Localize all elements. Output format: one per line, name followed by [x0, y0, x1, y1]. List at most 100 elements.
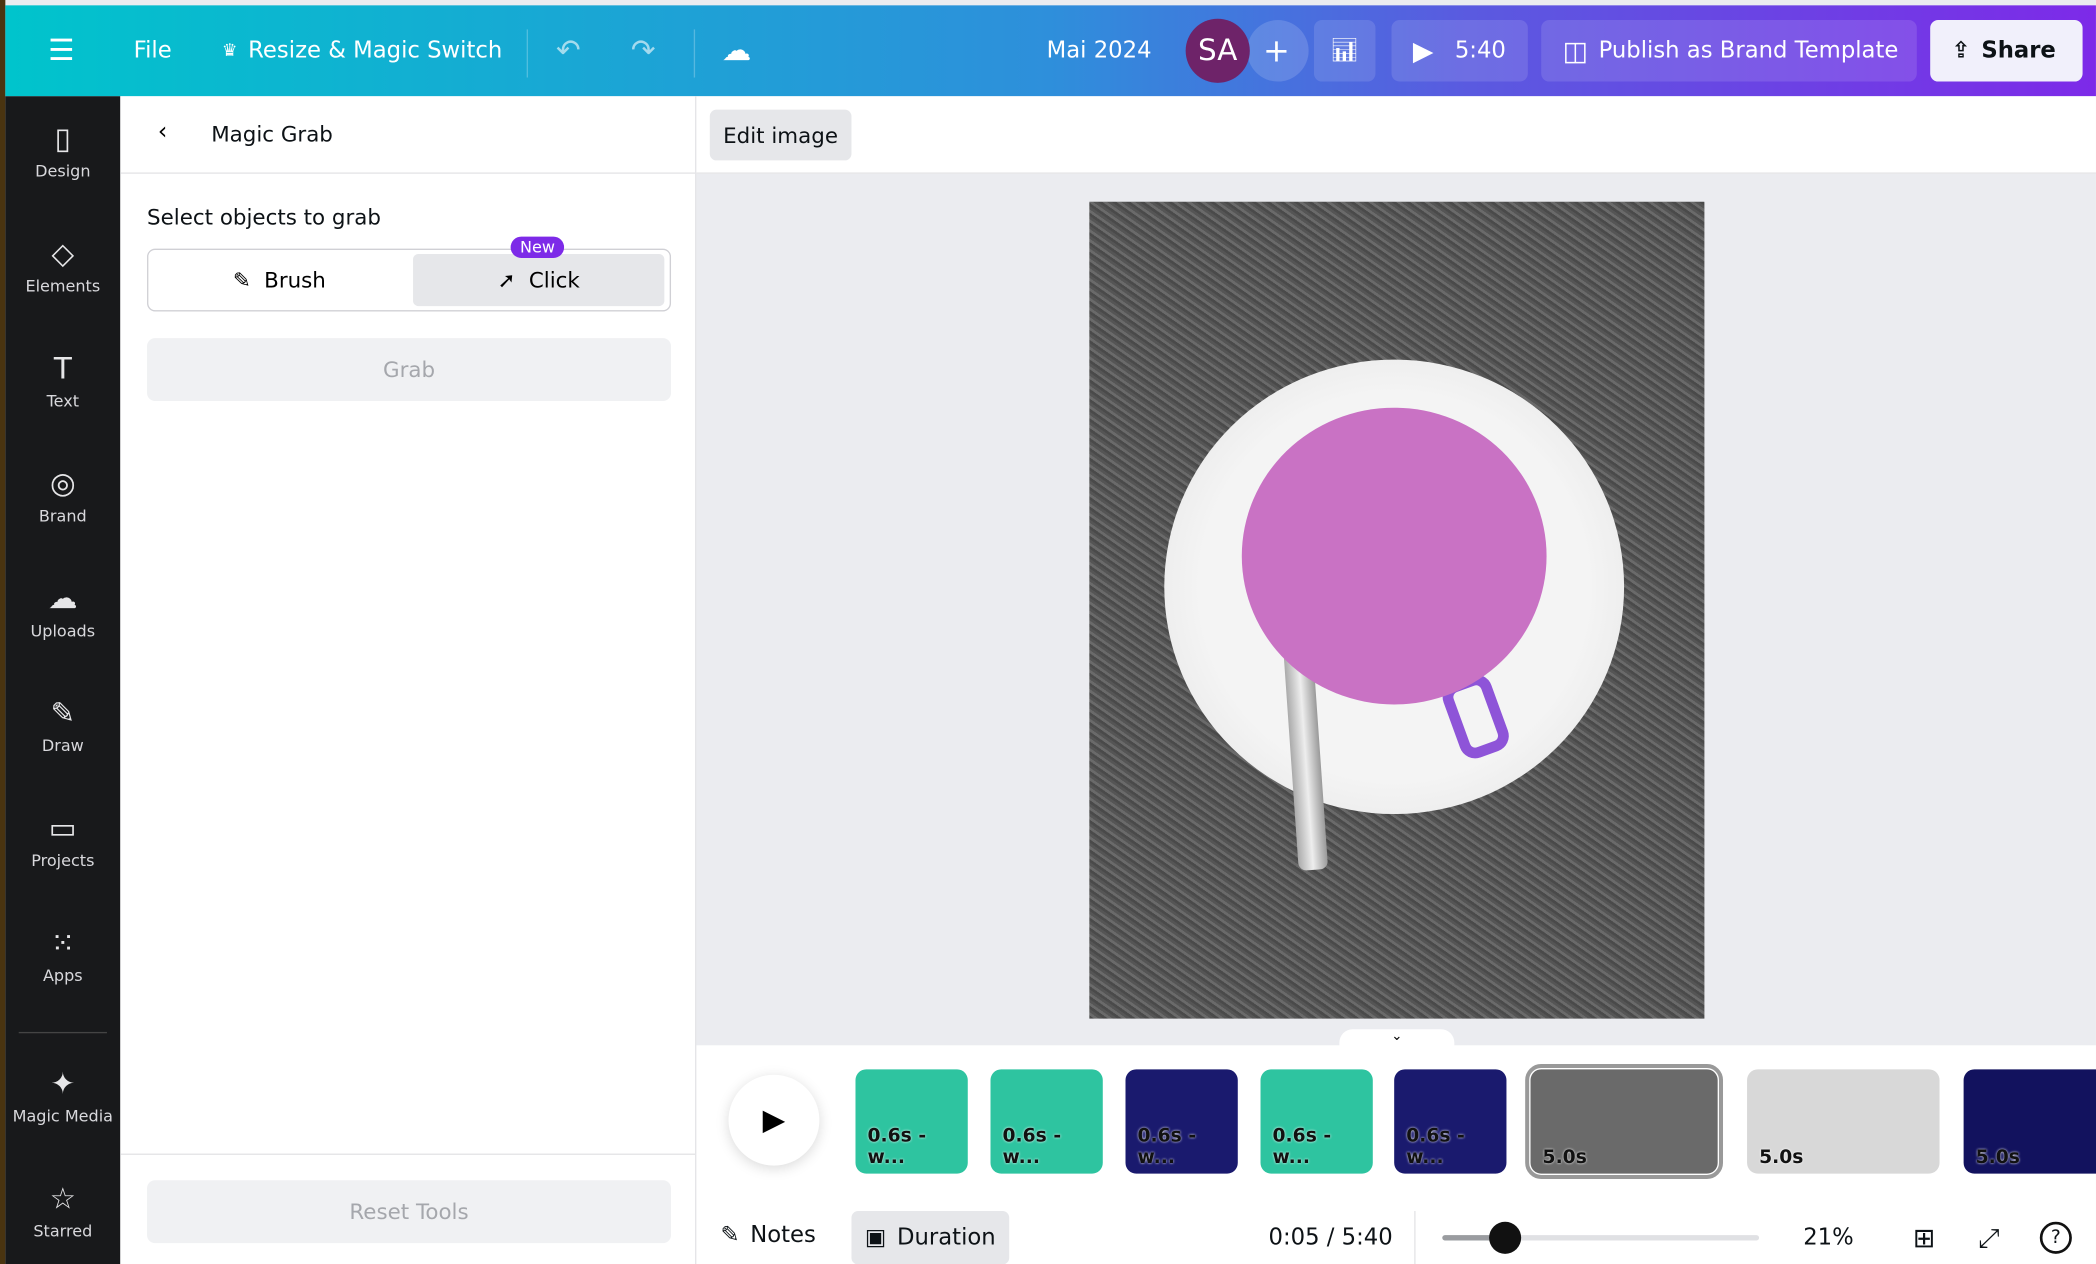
- design-title[interactable]: Mai 2024: [1047, 37, 1152, 64]
- click-option[interactable]: ➚ Click: [413, 253, 665, 307]
- brand-icon: ◎: [49, 467, 76, 502]
- sidebar-item-label: Magic Media: [12, 1106, 114, 1126]
- grid-view-icon[interactable]: ⊞: [1913, 1222, 1935, 1254]
- edit-image-button[interactable]: Edit image: [709, 109, 852, 161]
- notes-label: Notes: [750, 1221, 816, 1249]
- back-chevron-icon[interactable]: ‹: [158, 118, 168, 146]
- collapse-chevron-icon[interactable]: ⌄: [1339, 1029, 1455, 1048]
- template-icon: ◫: [1562, 34, 1588, 67]
- help-icon[interactable]: ?: [2039, 1221, 2072, 1254]
- sidebar-item-apps[interactable]: ⁙ Apps: [5, 928, 120, 985]
- sidebar-item-elements[interactable]: ◇ Elements: [5, 238, 120, 295]
- uploads-icon: ☁: [48, 582, 78, 617]
- share-label: Share: [1981, 37, 2056, 65]
- add-collaborator-button[interactable]: +: [1247, 20, 1309, 82]
- sidebar-item-label: Brand: [38, 506, 87, 526]
- page-duration: 5.0s: [1542, 1146, 1587, 1169]
- divider: [693, 29, 696, 78]
- panel-header: ‹ Magic Grab: [120, 96, 696, 174]
- publish-brand-template-button[interactable]: ◫ Publish as Brand Template: [1541, 20, 1917, 82]
- sidebar-item-label: Starred: [33, 1221, 93, 1241]
- page-duration: 0.6s - w...: [1137, 1125, 1197, 1169]
- design-icon: ▯: [54, 122, 71, 157]
- divider: [526, 29, 528, 78]
- timeline-page-thumbnail[interactable]: 0.6s - w...: [855, 1069, 968, 1174]
- text-icon: T: [53, 352, 72, 387]
- reset-tools-button[interactable]: Reset Tools: [147, 1180, 672, 1244]
- page-duration: 5.0s: [1975, 1146, 2020, 1169]
- cloud-saved-icon[interactable]: ☁: [722, 34, 751, 67]
- brush-option[interactable]: ✎ Brush: [148, 250, 410, 310]
- sidebar-item-label: Apps: [42, 966, 83, 986]
- sidebar-item-design[interactable]: ▯ Design: [5, 123, 120, 180]
- cursor-sparkle-icon: ➚: [497, 267, 516, 293]
- share-button[interactable]: ⇪ Share: [1930, 20, 2083, 82]
- hamburger-icon[interactable]: ☰: [48, 34, 74, 67]
- play-icon: ▶: [1412, 34, 1434, 67]
- sidebar-item-text[interactable]: T Text: [5, 353, 120, 410]
- sidebar-item-label: Uploads: [30, 621, 96, 641]
- analytics-button[interactable]: 📊︎: [1313, 20, 1375, 82]
- timeline-page-thumbnail[interactable]: 5.0s: [1747, 1069, 1940, 1174]
- upload-share-icon: ⇪: [1951, 37, 1971, 65]
- sidebar-item-projects[interactable]: ▭ Projects: [5, 813, 120, 870]
- timeline-page-thumbnail[interactable]: 0.6s - w...: [1260, 1069, 1373, 1174]
- canvas-image[interactable]: [1089, 201, 1705, 1019]
- top-bar: ☰ File ♛ Resize & Magic Switch ↶ ↷ ☁ Mai …: [5, 5, 2096, 97]
- avatar[interactable]: SA: [1185, 18, 1250, 83]
- resize-label: Resize & Magic Switch: [248, 37, 503, 65]
- timeline-page-thumbnail[interactable]: 5.0s: [1525, 1064, 1724, 1179]
- sidebar-item-label: Draw: [41, 736, 84, 756]
- duration-icon: ▣: [864, 1224, 887, 1252]
- sidebar-item-label: Elements: [25, 276, 101, 296]
- fullscreen-icon[interactable]: ⤢: [1978, 1222, 1999, 1254]
- sidebar-item-draw[interactable]: ✎ Draw: [5, 698, 120, 755]
- crown-icon: ♛: [221, 40, 238, 61]
- publish-label: Publish as Brand Template: [1598, 37, 1899, 65]
- zoom-slider-knob[interactable]: [1489, 1221, 1522, 1254]
- timeline-page-thumbnail[interactable]: 0.6s - w...: [1394, 1069, 1507, 1174]
- timeline-page-thumbnail[interactable]: 0.6s - w...: [990, 1069, 1103, 1174]
- select-objects-label: Select objects to grab: [147, 204, 381, 230]
- apps-icon: ⁙: [50, 927, 76, 962]
- zoom-slider[interactable]: [1442, 1221, 1760, 1254]
- elements-icon: ◇: [51, 237, 75, 272]
- notes-icon: ✎: [720, 1221, 740, 1249]
- notes-button[interactable]: ✎ Notes: [720, 1222, 815, 1249]
- sidebar-item-starred[interactable]: ☆ Starred: [5, 1183, 120, 1240]
- undo-icon[interactable]: ↶: [556, 34, 581, 67]
- divider: [18, 1031, 107, 1034]
- sidebar-item-uploads[interactable]: ☁ Uploads: [5, 583, 120, 640]
- redo-icon[interactable]: ↷: [631, 34, 656, 67]
- click-label: Click: [528, 267, 580, 293]
- canvas-area: Edit image: [696, 96, 2096, 1045]
- timeline-page-thumbnail[interactable]: 5.0s: [1963, 1069, 2096, 1174]
- sidebar-item-magic-media[interactable]: ✦ Magic Media: [5, 1068, 120, 1125]
- grab-button[interactable]: Grab: [147, 338, 672, 402]
- page-duration: 0.6s - w...: [867, 1125, 927, 1169]
- duration-label: Duration: [897, 1224, 996, 1252]
- purple-cup: [1241, 407, 1547, 705]
- context-toolbar: Edit image: [696, 96, 2096, 174]
- divider: [120, 1153, 696, 1155]
- panel-title: Magic Grab: [211, 121, 333, 148]
- tool-toggle: ✎ Brush ➚ Click New: [147, 236, 672, 312]
- time-readout: 0:05 / 5:40: [1268, 1224, 1393, 1252]
- present-button[interactable]: ▶ 5:40: [1391, 20, 1528, 82]
- page-duration: 0.6s - w...: [1002, 1125, 1062, 1169]
- timeline-page-thumbnail[interactable]: 0.6s - w...: [1125, 1069, 1238, 1174]
- play-button[interactable]: ▶: [728, 1074, 820, 1166]
- zoom-level[interactable]: 21%: [1803, 1224, 1854, 1251]
- resize-magic-switch-button[interactable]: ♛ Resize & Magic Switch: [222, 37, 502, 64]
- sidebar-item-brand[interactable]: ◎ Brand: [5, 468, 120, 525]
- magic-media-icon: ✦: [50, 1068, 76, 1102]
- sidebar-item-label: Projects: [31, 851, 95, 871]
- duration-button[interactable]: ▣ Duration: [851, 1211, 1010, 1264]
- page-duration: 0.6s - w...: [1272, 1125, 1332, 1169]
- sidebar-item-label: Text: [46, 391, 80, 411]
- brush-label: Brush: [264, 267, 326, 293]
- file-menu[interactable]: File: [134, 37, 172, 64]
- page-duration: 5.0s: [1759, 1146, 1804, 1169]
- starred-icon: ☆: [49, 1182, 77, 1217]
- sidebar: ▯ Design ◇ Elements T Text ◎ Brand ☁ Uploads ✎ Draw…: [5, 96, 121, 1264]
